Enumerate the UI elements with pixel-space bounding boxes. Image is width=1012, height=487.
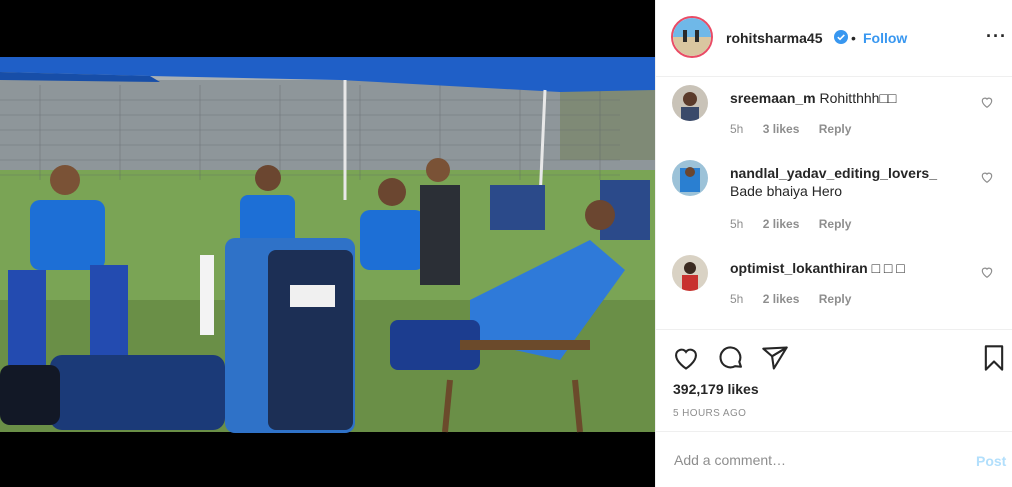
- comment-likes[interactable]: 3 likes: [763, 122, 800, 136]
- post-actions: 392,179 likes 5 HOURS AGO: [656, 329, 1012, 431]
- comments-list[interactable]: sreemaan_m Rohitthhh□□ 5h 3 likes Reply: [656, 77, 1012, 328]
- commenter-avatar[interactable]: [672, 160, 708, 196]
- bookmark-icon[interactable]: [980, 344, 1008, 372]
- comment-body: Rohitthhh□□: [819, 90, 897, 106]
- comment-meta: 5h 3 likes Reply: [730, 122, 867, 136]
- avatar-image: [672, 85, 708, 121]
- comment-username[interactable]: sreemaan_m: [730, 90, 816, 106]
- comment-body: □ □ □: [871, 260, 905, 276]
- commenter-avatar[interactable]: [672, 85, 708, 121]
- comment-text-block: optimist_lokanthiran □ □ □: [730, 259, 950, 277]
- more-options-icon[interactable]: ···: [986, 26, 1007, 47]
- avatar-image: [673, 18, 711, 56]
- comment-likes[interactable]: 2 likes: [763, 292, 800, 306]
- comment-input[interactable]: [672, 447, 956, 473]
- comment-icon[interactable]: [717, 344, 745, 372]
- comment-text-block: nandlal_yadav_editing_lovers_ Bade bhaiy…: [730, 164, 950, 200]
- author-avatar[interactable]: [671, 16, 713, 58]
- comment-username[interactable]: optimist_lokanthiran: [730, 260, 868, 276]
- share-icon[interactable]: [761, 344, 789, 372]
- comment-username[interactable]: nandlal_yadav_editing_lovers_: [730, 165, 937, 181]
- heart-icon[interactable]: [672, 344, 700, 372]
- post-side-panel: rohitsharma45 • Follow ··· sreemaan_m Ro…: [655, 0, 1012, 487]
- reply-button[interactable]: Reply: [819, 292, 852, 306]
- comment-time[interactable]: 5h: [730, 292, 743, 306]
- comment-time[interactable]: 5h: [730, 122, 743, 136]
- avatar-image: [672, 255, 708, 291]
- reply-button[interactable]: Reply: [819, 217, 852, 231]
- comment-heart-icon[interactable]: [980, 170, 994, 184]
- photo-illustration: [0, 0, 655, 487]
- comment-meta: 5h 2 likes Reply: [730, 292, 867, 306]
- comment-time[interactable]: 5h: [730, 217, 743, 231]
- add-comment-bar: Post: [656, 431, 1012, 487]
- author-username[interactable]: rohitsharma45: [726, 30, 822, 46]
- likes-count[interactable]: 392,179 likes: [673, 381, 759, 397]
- comment-likes[interactable]: 2 likes: [763, 217, 800, 231]
- separator-dot: •: [851, 30, 856, 46]
- comment-text-block: sreemaan_m Rohitthhh□□: [730, 89, 950, 107]
- verified-badge-icon: [834, 30, 848, 44]
- post-header: rohitsharma45 • Follow ···: [656, 0, 1012, 77]
- post-comment-button[interactable]: Post: [976, 453, 1006, 469]
- post-timestamp[interactable]: 5 HOURS AGO: [673, 408, 746, 419]
- comment-heart-icon[interactable]: [980, 265, 994, 279]
- comment-meta: 5h 2 likes Reply: [730, 217, 867, 231]
- avatar-image: [672, 160, 708, 196]
- comment-heart-icon[interactable]: [980, 95, 994, 109]
- post-photo[interactable]: [0, 0, 655, 487]
- reply-button[interactable]: Reply: [819, 122, 852, 136]
- instagram-post-view: rohitsharma45 • Follow ··· sreemaan_m Ro…: [0, 0, 1012, 487]
- follow-button[interactable]: Follow: [863, 30, 907, 46]
- comment-body: Bade bhaiya Hero: [730, 183, 843, 199]
- commenter-avatar[interactable]: [672, 255, 708, 291]
